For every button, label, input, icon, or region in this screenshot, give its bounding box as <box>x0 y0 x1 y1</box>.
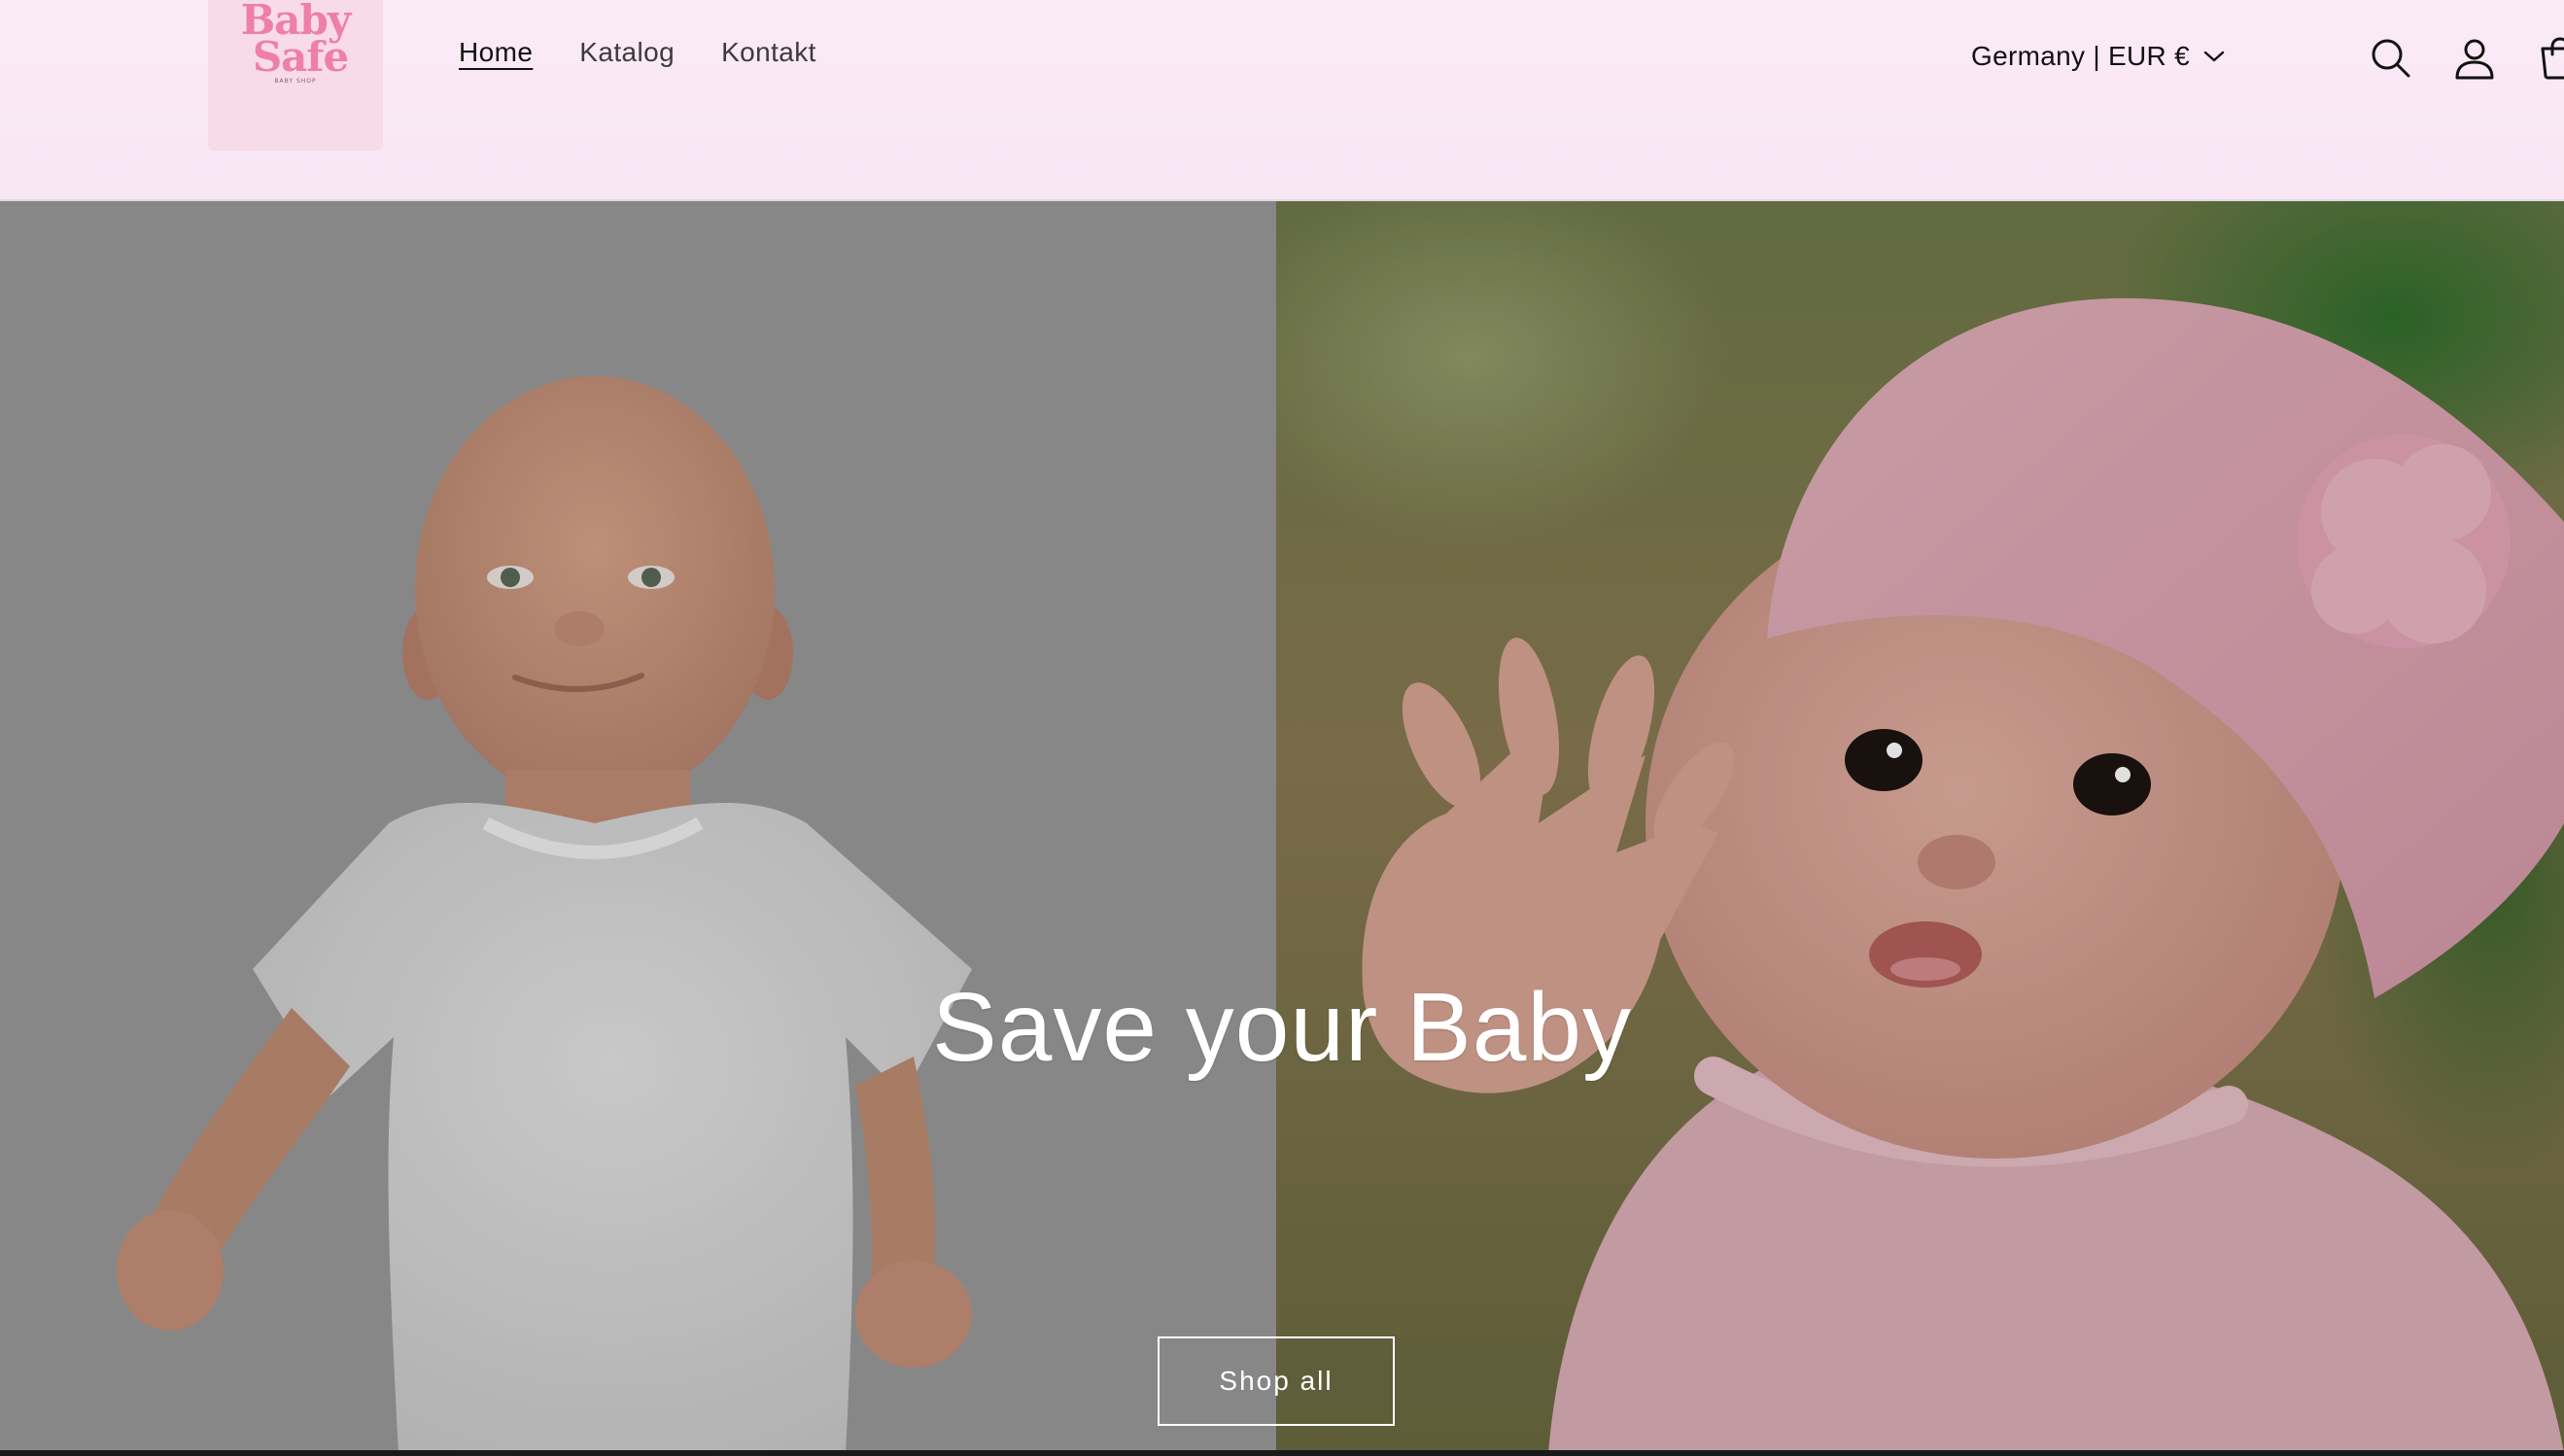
nav-item-home[interactable]: Home <box>459 37 533 68</box>
site-header: Baby Safe BABY SHOP Home Katalog Kontakt… <box>0 0 2564 201</box>
search-button[interactable] <box>2368 35 2414 82</box>
baby-pink-hat-illustration <box>1362 297 2564 1453</box>
account-icon <box>2455 39 2494 80</box>
cart-icon <box>2541 37 2564 80</box>
hat-flower-decoration <box>2297 434 2511 648</box>
hero-image-right <box>1276 201 2564 1453</box>
country-currency-selector[interactable]: Germany | EUR € <box>1971 41 2225 72</box>
chevron-down-icon <box>2203 51 2225 62</box>
logo-tagline: BABY SHOP <box>274 78 317 85</box>
page-bottom-border <box>0 1450 2564 1456</box>
cart-button[interactable] <box>2537 35 2564 82</box>
hero-image-left <box>0 201 1276 1453</box>
shop-all-button[interactable]: Shop all <box>1158 1336 1395 1426</box>
nav-item-katalog[interactable]: Katalog <box>579 37 675 68</box>
main-nav: Home Katalog Kontakt <box>459 37 816 68</box>
country-currency-label: Germany | EUR € <box>1971 41 2190 71</box>
account-button[interactable] <box>2451 35 2498 82</box>
hero-title: Save your Baby <box>932 973 1632 1082</box>
logo-line-2: Safe <box>252 33 349 81</box>
header-utilities: Germany | EUR € <box>1942 23 2564 101</box>
nav-item-kontakt[interactable]: Kontakt <box>721 37 816 68</box>
logo[interactable]: Baby Safe BABY SHOP <box>208 0 383 151</box>
baby-white-bodysuit-illustration <box>117 376 972 1453</box>
hero-banner <box>0 201 2564 1453</box>
search-icon <box>2372 39 2410 78</box>
